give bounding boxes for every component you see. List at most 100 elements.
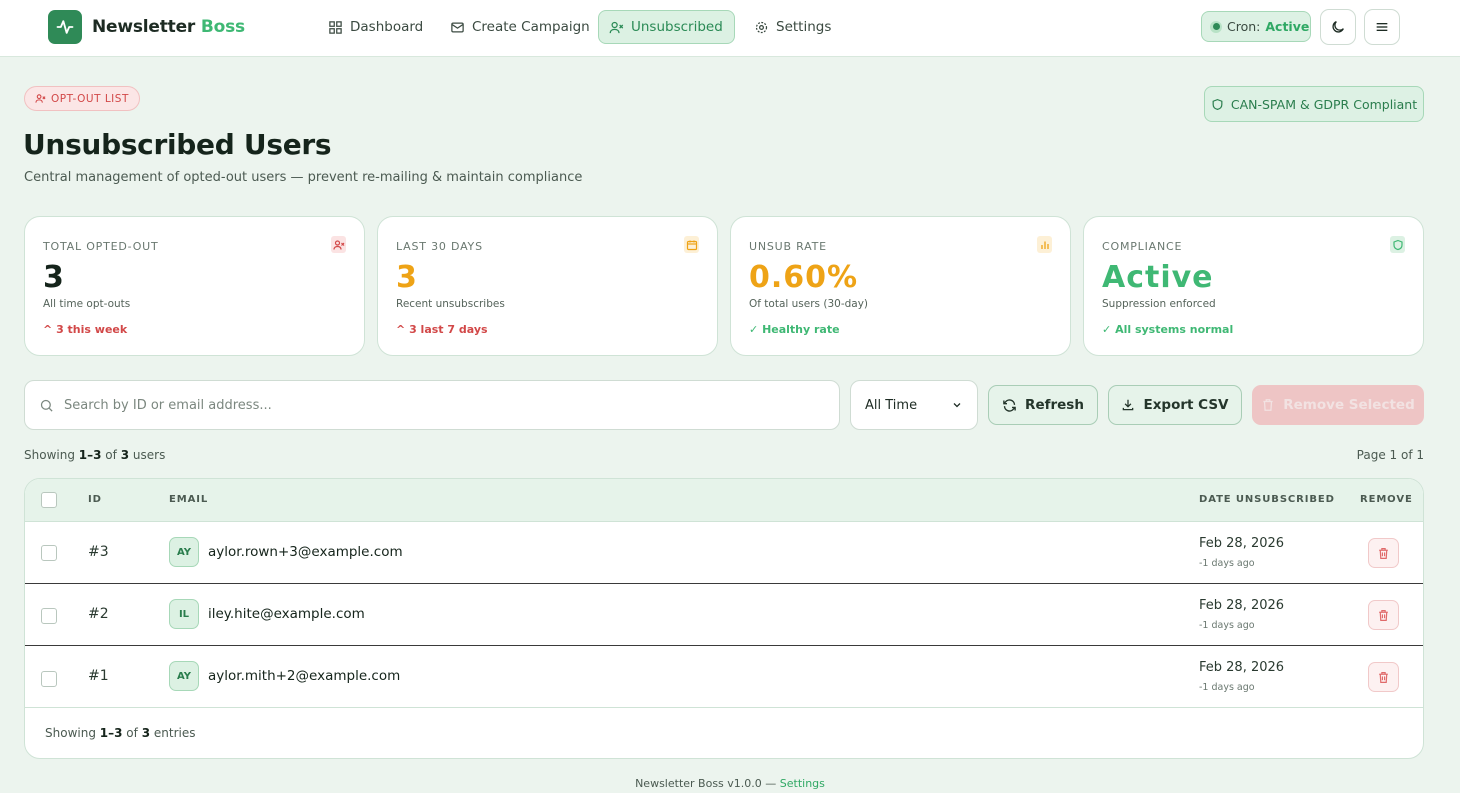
table-row: #2 IL iley.hite@example.com Feb 28, 2026… bbox=[25, 584, 1423, 646]
download-icon bbox=[1123, 399, 1134, 411]
row-id: #3 bbox=[88, 544, 109, 560]
row-email: aylor.rown+3@example.com bbox=[208, 544, 403, 560]
trash-icon bbox=[1379, 609, 1388, 621]
remove-selected-button[interactable]: Remove Selected bbox=[1252, 385, 1424, 425]
showing-total: 3 bbox=[120, 448, 130, 462]
row-id: #1 bbox=[88, 668, 109, 684]
stat-card-unsub-rate: UNSUB RATE 0.60% Of total users (30-day)… bbox=[730, 216, 1071, 356]
user-x-icon bbox=[331, 236, 346, 253]
opt-out-list-badge: OPT-OUT LIST bbox=[24, 86, 140, 111]
footer-total: 3 bbox=[141, 726, 151, 740]
compliance-badge-label: CAN-SPAM & GDPR Compliant bbox=[1230, 96, 1418, 112]
row-date-relative: -1 days ago bbox=[1199, 682, 1255, 693]
page-title: Unsubscribed Users bbox=[23, 128, 332, 161]
stat-trend: ^ 3 this week bbox=[43, 323, 127, 336]
menu-button[interactable] bbox=[1364, 9, 1400, 45]
user-x-icon bbox=[35, 94, 46, 103]
row-date: Feb 28, 2026 bbox=[1199, 598, 1285, 613]
row-checkbox[interactable] bbox=[41, 608, 57, 624]
row-email: iley.hite@example.com bbox=[208, 606, 365, 622]
stat-card-total-opted-out: TOTAL OPTED-OUT 3 All time opt-outs ^ 3 … bbox=[24, 216, 365, 356]
stat-description: All time opt-outs bbox=[43, 298, 131, 310]
stat-trend: ✓ All systems normal bbox=[1102, 323, 1233, 336]
footer-prefix: Showing bbox=[45, 726, 96, 740]
export-csv-button-label: Export CSV bbox=[1143, 397, 1229, 413]
trend-up-icon: ^ bbox=[43, 323, 53, 336]
row-date-relative: -1 days ago bbox=[1199, 558, 1255, 569]
stat-value: Active bbox=[1102, 260, 1214, 295]
trash-icon bbox=[1379, 547, 1388, 559]
time-filter-select[interactable]: All Time bbox=[850, 380, 978, 430]
table-footer-count: Showing 1–3 of 3 entries bbox=[45, 726, 196, 740]
stat-description: Recent unsubscribes bbox=[396, 298, 505, 310]
stat-trend-label: Healthy rate bbox=[762, 323, 840, 336]
stat-trend-label: 3 this week bbox=[56, 323, 128, 336]
search-input[interactable] bbox=[64, 397, 764, 413]
stat-label: LAST 30 DAYS bbox=[396, 240, 483, 253]
nav-dashboard[interactable]: Dashboard bbox=[318, 10, 433, 44]
export-csv-button[interactable]: Export CSV bbox=[1108, 385, 1242, 425]
check-icon: ✓ bbox=[749, 323, 759, 336]
trend-up-icon: ^ bbox=[396, 323, 406, 336]
theme-toggle-button[interactable] bbox=[1320, 9, 1356, 45]
row-checkbox[interactable] bbox=[41, 671, 57, 687]
nav-create-campaign[interactable]: Create Campaign bbox=[440, 10, 600, 44]
stat-card-compliance: COMPLIANCE Active Suppression enforced ✓… bbox=[1083, 216, 1424, 356]
hamburger-menu-icon bbox=[1376, 23, 1388, 31]
search-box[interactable] bbox=[24, 380, 840, 430]
nav-settings[interactable]: Settings bbox=[744, 10, 841, 44]
nav-unsubscribed-label: Unsubscribed bbox=[631, 19, 723, 35]
logo-activity-icon[interactable] bbox=[48, 10, 82, 44]
table-row: #3 AY aylor.rown+3@example.com Feb 28, 2… bbox=[25, 522, 1423, 584]
brand-name-part2: Boss bbox=[200, 17, 245, 37]
remove-selected-button-label: Remove Selected bbox=[1283, 397, 1415, 413]
bar-chart-icon bbox=[1037, 236, 1052, 253]
search-icon bbox=[40, 399, 53, 412]
select-all-checkbox[interactable] bbox=[41, 492, 57, 508]
stat-value: 3 bbox=[43, 260, 65, 295]
avatar: AY bbox=[169, 537, 199, 567]
trash-icon bbox=[1263, 399, 1273, 411]
opt-out-list-badge-label: OPT-OUT LIST bbox=[51, 92, 129, 105]
top-navbar: Newsletter Boss Dashboard Create Campaig… bbox=[0, 0, 1460, 57]
row-date-relative: -1 days ago bbox=[1199, 620, 1255, 631]
showing-unit: users bbox=[132, 448, 166, 462]
remove-row-button[interactable] bbox=[1368, 600, 1399, 630]
stat-trend: ✓ Healthy rate bbox=[749, 323, 840, 336]
showing-of: of bbox=[105, 448, 117, 462]
footer-unit: entries bbox=[153, 726, 196, 740]
footer-settings-link[interactable]: Settings bbox=[780, 777, 825, 790]
stat-value: 0.60% bbox=[749, 260, 859, 295]
page-subtitle: Central management of opted-out users — … bbox=[24, 170, 583, 185]
refresh-button[interactable]: Refresh bbox=[988, 385, 1098, 425]
refresh-button-label: Refresh bbox=[1025, 397, 1084, 413]
check-icon: ✓ bbox=[1102, 323, 1112, 336]
row-checkbox[interactable] bbox=[41, 545, 57, 561]
refresh-icon bbox=[1003, 398, 1016, 412]
cron-status-dot-icon bbox=[1210, 20, 1222, 33]
stat-label: COMPLIANCE bbox=[1102, 240, 1183, 253]
cron-status-badge[interactable]: Cron: Active bbox=[1201, 11, 1311, 42]
footer-range: 1–3 bbox=[99, 726, 123, 740]
page-indicator: Page 1 of 1 bbox=[1356, 448, 1424, 462]
remove-row-button[interactable] bbox=[1368, 538, 1399, 568]
brand-name[interactable]: Newsletter Boss bbox=[92, 17, 245, 37]
user-x-icon bbox=[609, 21, 624, 33]
table-row: #1 AY aylor.mith+2@example.com Feb 28, 2… bbox=[25, 646, 1423, 708]
remove-row-button[interactable] bbox=[1368, 662, 1399, 692]
footer-text: Newsletter Boss v1.0.0 — bbox=[635, 777, 777, 790]
nav-unsubscribed[interactable]: Unsubscribed bbox=[598, 10, 735, 44]
showing-range: 1–3 bbox=[78, 448, 102, 462]
showing-prefix: Showing bbox=[24, 448, 75, 462]
unsubscribed-table: ID EMAIL DATE UNSUBSCRIBED REMOVE #3 AY … bbox=[24, 478, 1424, 759]
trash-icon bbox=[1379, 671, 1388, 683]
stat-label: UNSUB RATE bbox=[749, 240, 827, 253]
nav-dashboard-label: Dashboard bbox=[350, 19, 424, 35]
header-email: EMAIL bbox=[169, 494, 209, 505]
table-header: ID EMAIL DATE UNSUBSCRIBED REMOVE bbox=[25, 479, 1423, 522]
mail-icon bbox=[451, 22, 464, 32]
stat-card-last-30-days: LAST 30 DAYS 3 Recent unsubscribes ^ 3 l… bbox=[377, 216, 718, 356]
shield-icon bbox=[1390, 236, 1405, 253]
brand-name-part1: Newsletter bbox=[92, 17, 196, 37]
row-date: Feb 28, 2026 bbox=[1199, 660, 1285, 675]
